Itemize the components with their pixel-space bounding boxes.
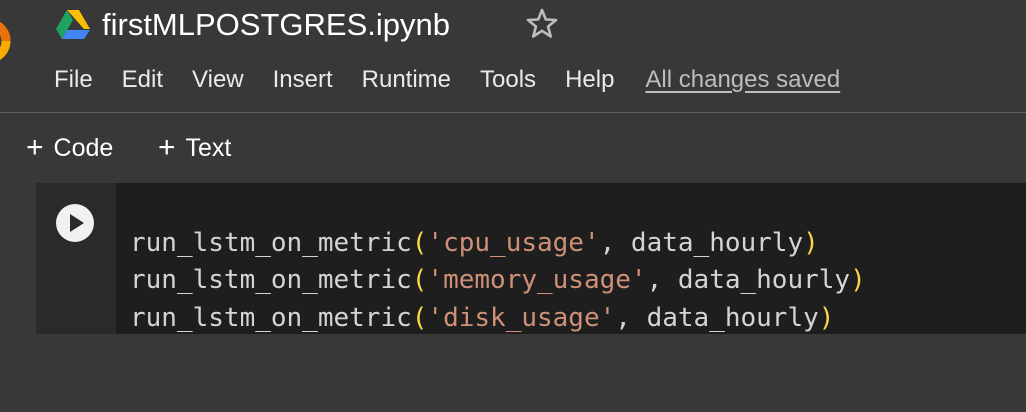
code-separator: ,	[599, 227, 631, 258]
save-status-link[interactable]: All changes saved	[645, 60, 840, 100]
code-bracket: (	[411, 302, 428, 333]
menu-file[interactable]: File	[54, 60, 93, 100]
code-function: run_lstm_on_metric	[130, 227, 412, 258]
add-code-label: Code	[53, 133, 114, 162]
code-function: run_lstm_on_metric	[130, 302, 412, 333]
menu-runtime[interactable]: Runtime	[362, 60, 451, 100]
menu-insert[interactable]: Insert	[273, 60, 333, 100]
menu-edit[interactable]: Edit	[122, 60, 163, 100]
code-string: 'cpu_usage'	[427, 227, 600, 258]
code-bracket: )	[850, 265, 866, 295]
google-drive-icon[interactable]	[56, 9, 90, 39]
notebook-header: firstMLPOSTGRES.ipynb File Edit View Ins…	[0, 0, 1026, 112]
run-cell-button[interactable]	[56, 204, 94, 242]
plus-icon: +	[26, 131, 44, 164]
code-bracket: )	[803, 227, 819, 258]
notebook-main: run_lstm_on_metric('cpu_usage', data_hou…	[0, 183, 1026, 334]
menu-tools[interactable]: Tools	[480, 60, 536, 100]
code-separator: ,	[615, 302, 647, 333]
menu-view[interactable]: View	[192, 60, 244, 100]
star-icon[interactable]	[524, 6, 560, 42]
code-line: run_lstm_on_metric('memory_usage', data_…	[130, 262, 866, 300]
colab-logo-icon[interactable]	[0, 16, 20, 66]
code-variable: data_hourly	[646, 302, 819, 333]
code-variable: data_hourly	[630, 227, 804, 258]
code-function: run_lstm_on_metric	[130, 265, 412, 295]
cell-gutter	[36, 183, 116, 334]
notebook-title[interactable]: firstMLPOSTGRES.ipynb	[102, 4, 450, 46]
code-line: run_lstm_on_metric('disk_usage', data_ho…	[130, 300, 866, 338]
code-string: 'memory_usage'	[427, 265, 647, 295]
code-bracket: (	[411, 227, 428, 258]
code-separator: ,	[646, 265, 678, 295]
code-bracket: )	[818, 302, 835, 333]
play-icon	[70, 214, 84, 232]
menu-help[interactable]: Help	[565, 60, 614, 100]
code-text: run_lstm_on_metric('cpu_usage', data_hou…	[130, 187, 866, 412]
plus-icon: +	[158, 131, 176, 164]
code-line: run_lstm_on_metric('cpu_usage', data_hou…	[130, 225, 866, 263]
code-variable: data_hourly	[677, 265, 851, 295]
menu-bar: File Edit View Insert Runtime Tools Help…	[54, 60, 840, 100]
code-editor[interactable]: run_lstm_on_metric('cpu_usage', data_hou…	[116, 183, 1026, 334]
add-code-button[interactable]: + Code	[26, 130, 113, 166]
code-string: 'disk_usage'	[427, 302, 616, 333]
add-text-button[interactable]: + Text	[158, 130, 231, 166]
add-text-label: Text	[185, 133, 232, 162]
cell-toolbar: + Code + Text	[0, 113, 1026, 183]
code-cell[interactable]: run_lstm_on_metric('cpu_usage', data_hou…	[36, 183, 1026, 334]
code-bracket: (	[411, 265, 428, 295]
